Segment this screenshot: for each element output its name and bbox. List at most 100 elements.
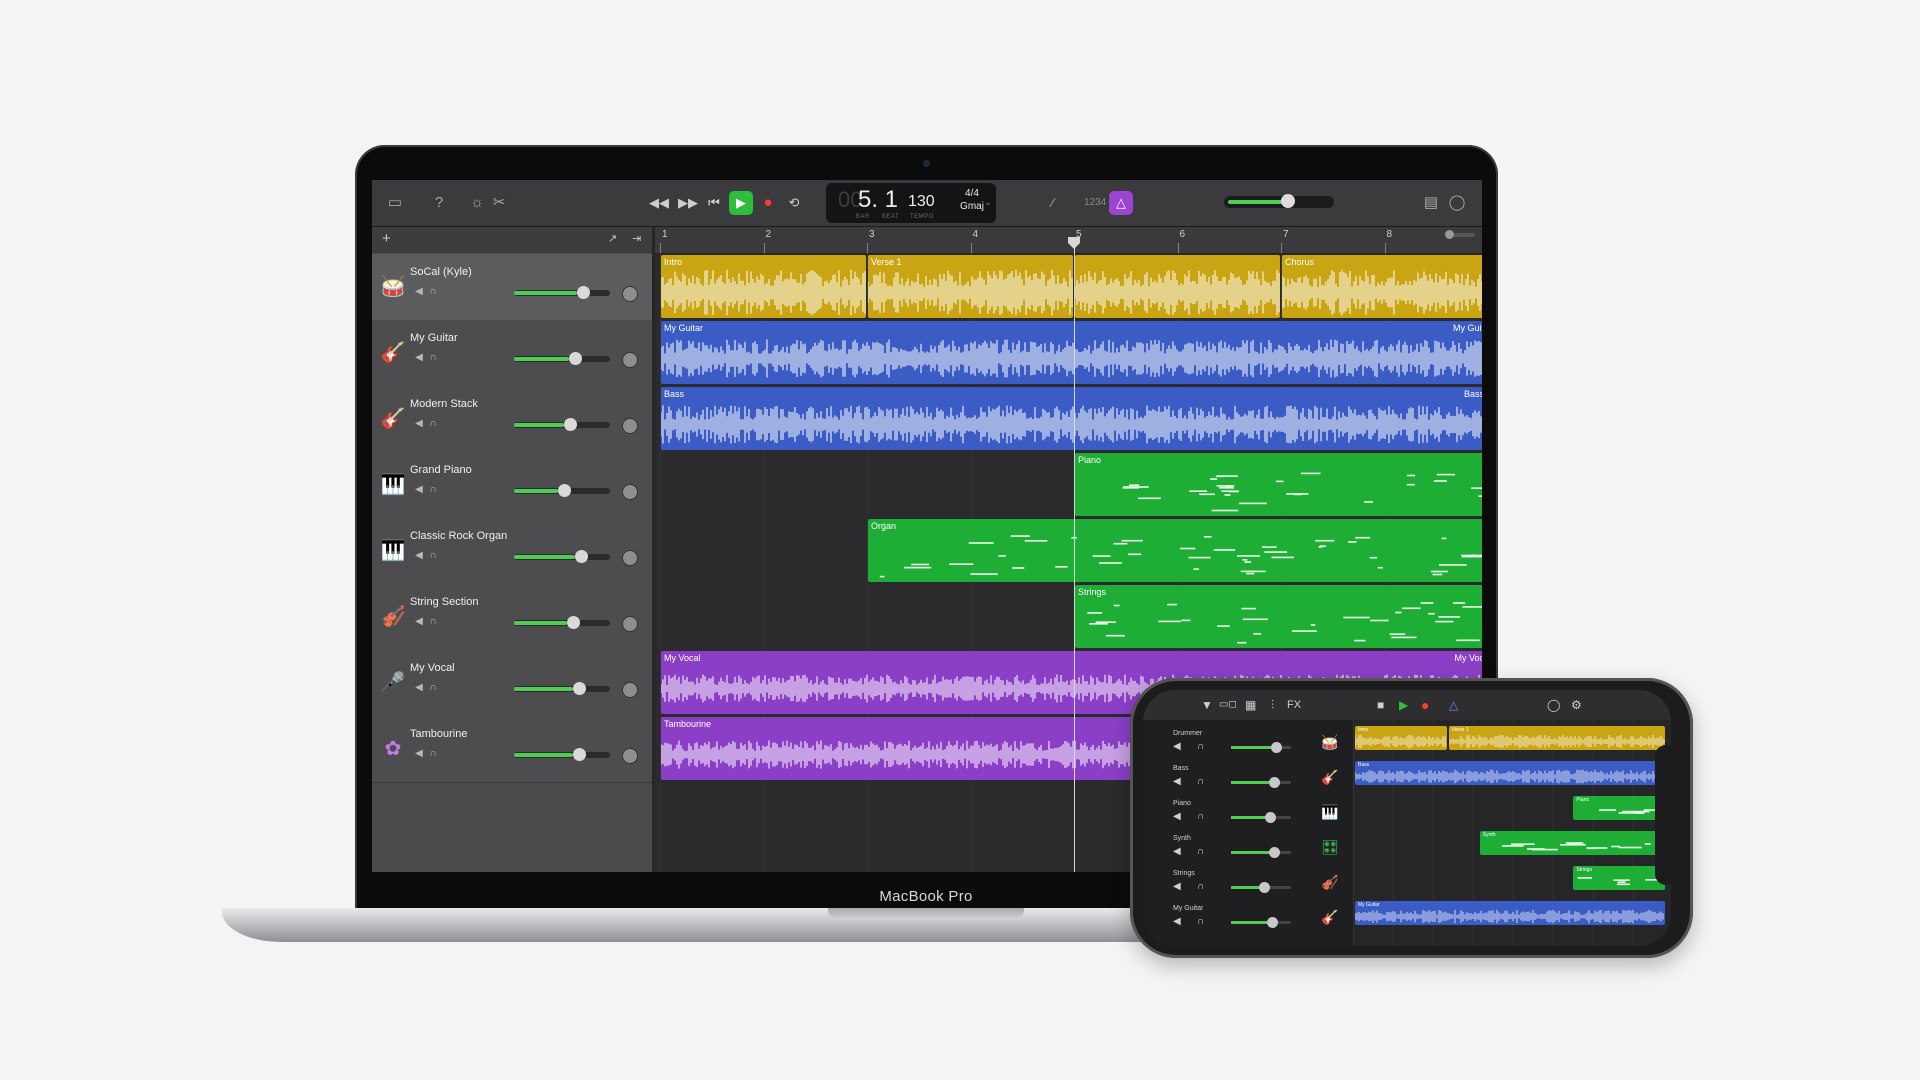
fast-forward-button[interactable]: ▶▶ [676,191,700,215]
region[interactable]: Piano [1075,453,1482,516]
count-in-button[interactable]: 1234 [1084,197,1106,208]
track-volume-knob[interactable] [1265,812,1276,823]
track-volume-slider[interactable] [1231,777,1291,788]
track-header[interactable]: 🎹 Classic Rock Organ ◀ ∩ [372,518,652,585]
track-volume-knob[interactable] [577,286,590,299]
iphone-track-header[interactable]: Piano ◀ ∩ 🎹 [1143,796,1343,830]
iphone-track-header[interactable]: Drummer ◀ ∩ 🥁 [1143,726,1343,760]
headphones-icon[interactable]: ∩ [1197,741,1221,752]
mute-icon[interactable]: ◀ [412,616,426,628]
track-header[interactable]: 🎸 Modern Stack ◀ ∩ [372,386,652,453]
iphone-track-header[interactable]: Strings ◀ ∩ 🎻 [1143,866,1343,900]
chevron-down-icon[interactable]: ⌄ [984,197,992,208]
loop-browser-icon[interactable]: ◯ [1547,697,1560,713]
mute-icon[interactable]: ◀ [1173,846,1197,857]
track-volume-slider[interactable] [514,550,610,563]
automation-icon[interactable]: ↗ [608,232,617,245]
headphones-icon[interactable]: ∩ [426,418,440,430]
track-volume-slider[interactable] [1231,742,1291,753]
region[interactable]: Synth [1479,831,1665,855]
pan-knob[interactable] [622,682,638,698]
mute-icon[interactable]: ◀ [412,550,426,562]
mute-icon[interactable]: ◀ [1173,776,1197,787]
track-volume-knob[interactable] [1269,777,1280,788]
zoom-slider[interactable] [1445,230,1475,239]
smart-controls-icon[interactable]: ☼ [466,180,488,226]
track-volume-slider[interactable] [514,748,610,761]
track-header[interactable]: 🎤 My Vocal ◀ ∩ [372,650,652,717]
track-volume-knob[interactable] [558,484,571,497]
mute-icon[interactable]: ◀ [1173,881,1197,892]
settings-icon[interactable]: ⚙ [1571,697,1582,713]
track-volume-slider[interactable] [514,484,610,497]
rewind-button[interactable]: ◀◀ [647,191,671,215]
iphone-track-header[interactable]: Synth ◀ ∩ 🎛 [1143,831,1343,865]
region[interactable]: Verse 1 [868,255,1073,318]
track-volume-slider[interactable] [514,616,610,629]
metronome-button[interactable]: △ [1109,191,1133,215]
region[interactable]: Intro [1355,726,1447,750]
region[interactable]: My Guitar [1355,901,1665,925]
headphones-icon[interactable]: ∩ [1197,916,1221,927]
track-volume-slider[interactable] [514,682,610,695]
iphone-track-header[interactable]: My Guitar ◀ ∩ 🎸 [1143,901,1343,935]
catch-icon[interactable]: ⇥ [632,232,641,245]
play-button[interactable]: ▶ [1399,697,1408,713]
region[interactable]: Chorus [1282,255,1482,318]
tuner-icon[interactable]: ⁄ [1042,180,1064,226]
headphones-icon[interactable]: ∩ [1197,811,1221,822]
track-header[interactable]: 🎻 String Section ◀ ∩ [372,584,652,651]
track-volume-slider[interactable] [514,352,610,365]
mute-icon[interactable]: ◀ [1173,916,1197,927]
track-volume-knob[interactable] [567,616,580,629]
track-header[interactable]: 🎸 My Guitar ◀ ∩ [372,320,652,387]
cycle-button[interactable]: ⟲ [782,191,806,215]
pan-knob[interactable] [622,550,638,566]
mute-icon[interactable]: ◀ [412,484,426,496]
loop-browser-icon[interactable]: ◯ [1446,180,1468,226]
track-volume-slider[interactable] [1231,882,1291,893]
track-header[interactable]: 🥁 SoCal (Kyle) ◀ ∩ [372,254,652,321]
track-view-menu-icon[interactable]: ▼ [1201,697,1213,713]
master-volume-slider[interactable] [1224,194,1334,208]
pan-knob[interactable] [622,352,638,368]
record-button[interactable]: ● [1421,697,1429,713]
lcd-display[interactable]: 00 5. 1 130 4/4 Gmaj BAR BEAT TEMPO ⌄ [826,183,996,223]
mute-icon[interactable]: ◀ [1173,741,1197,752]
track-volume-slider[interactable] [1231,917,1291,928]
fx-button[interactable]: FX [1287,697,1301,713]
mute-icon[interactable]: ◀ [1173,811,1197,822]
library-icon[interactable]: ▭ [384,180,406,226]
headphones-icon[interactable]: ∩ [426,616,440,628]
track-volume-slider[interactable] [514,418,610,431]
track-volume-knob[interactable] [569,352,582,365]
region[interactable]: Intro [661,255,866,318]
stop-button[interactable]: ■ [1377,697,1384,713]
mixer-icon[interactable]: ⫶ [1271,697,1274,713]
master-volume-knob[interactable] [1281,194,1295,208]
track-header[interactable]: ✿ Tambourine ◀ ∩ [372,716,652,783]
headphones-icon[interactable]: ∩ [1197,776,1221,787]
mute-icon[interactable]: ◀ [412,682,426,694]
mute-icon[interactable]: ◀ [412,418,426,430]
track-volume-slider[interactable] [1231,847,1291,858]
add-track-button[interactable]: + [382,230,391,247]
pan-knob[interactable] [622,616,638,632]
record-button[interactable]: ● [756,191,780,215]
headphones-icon[interactable]: ∩ [1197,846,1221,857]
track-volume-knob[interactable] [1259,882,1270,893]
region[interactable]: Verse 1 [1448,726,1665,750]
region[interactable]: Bass [1355,761,1665,785]
track-volume-slider[interactable] [514,286,610,299]
region[interactable]: Organ [868,519,1482,582]
headphones-icon[interactable]: ∩ [426,352,440,364]
mute-icon[interactable]: ◀ [412,748,426,760]
region[interactable]: Strings [1075,585,1482,648]
track-volume-slider[interactable] [1231,812,1291,823]
mute-icon[interactable]: ◀ [412,352,426,364]
region[interactable]: Piano [1573,796,1665,820]
help-icon[interactable]: ? [428,180,450,226]
headphones-icon[interactable]: ∩ [1197,881,1221,892]
track-volume-knob[interactable] [573,748,586,761]
playhead[interactable] [1074,239,1075,872]
